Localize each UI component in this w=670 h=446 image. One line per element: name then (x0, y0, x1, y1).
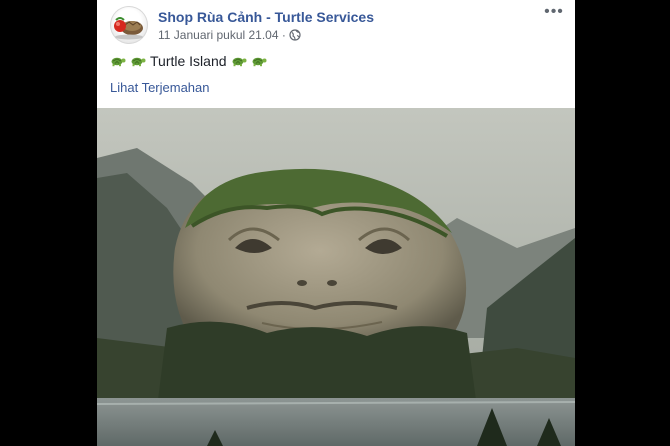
post-header: Shop Rùa Cảnh - Turtle Services 11 Janua… (110, 4, 565, 46)
post-caption: Turtle Island (110, 53, 267, 69)
turtle-icon (232, 57, 247, 67)
caption-text: Turtle Island (150, 53, 227, 69)
see-translation-link[interactable]: Lihat Terjemahan (110, 80, 210, 95)
turtle-icon (252, 57, 267, 67)
turtle-avatar-icon (114, 17, 143, 40)
globe-icon[interactable] (289, 29, 301, 41)
post-timestamp[interactable]: 11 Januari pukul 21.04 · (158, 28, 286, 42)
post-meta: 11 Januari pukul 21.04 · (158, 28, 301, 42)
turtle-icon (111, 57, 126, 67)
turtle-island-image (97, 108, 575, 446)
post-photo[interactable] (97, 108, 575, 446)
facebook-post: Shop Rùa Cảnh - Turtle Services 11 Janua… (97, 0, 575, 446)
page-name-link[interactable]: Shop Rùa Cảnh - Turtle Services (158, 9, 374, 25)
page-avatar[interactable] (110, 6, 148, 44)
more-options-button[interactable]: ••• (543, 4, 565, 22)
turtle-icon (131, 57, 146, 67)
